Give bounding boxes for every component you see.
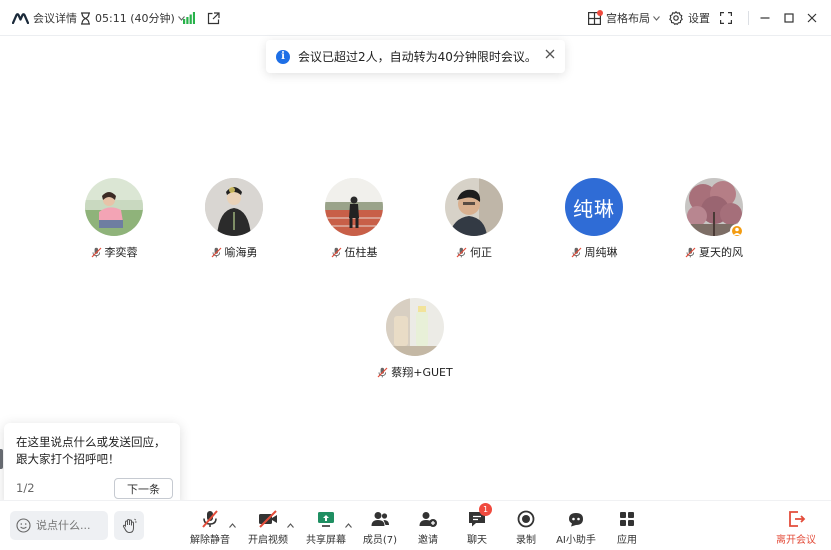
window-controls-divider — [748, 11, 749, 25]
chevron-down-icon — [653, 15, 660, 21]
muted-mic-icon — [685, 247, 696, 257]
tencent-meeting-logo-icon — [12, 12, 29, 24]
members-label: 成员(7) — [362, 535, 398, 546]
settings-label: 设置 — [688, 12, 710, 25]
top-bar: 会议详情 05:11 (40分钟) 宫格布局 设置 — [0, 0, 831, 36]
participant-name: 喻海勇 — [224, 246, 258, 259]
participant-name: 周纯琳 — [584, 246, 618, 259]
start-video-button[interactable]: 开启视频 — [240, 509, 296, 547]
muted-mic-icon — [571, 247, 581, 257]
close-window-icon[interactable] — [807, 0, 817, 36]
side-panel-handle[interactable] — [0, 449, 3, 469]
chat-button[interactable]: 1 聊天 — [449, 503, 505, 547]
muted-mic-icon — [331, 247, 341, 257]
avatar-initials: 纯琳 — [573, 196, 615, 221]
ai-assistant-button[interactable]: AI小助手 — [548, 509, 604, 547]
record-icon — [517, 510, 535, 528]
avatar — [445, 178, 503, 236]
participant-name: 何正 — [470, 246, 492, 259]
apps-grid-icon — [620, 512, 634, 526]
muted-mic-icon — [91, 247, 101, 257]
muted-mic-icon — [202, 510, 218, 528]
video-options-chevron-up-icon[interactable] — [287, 523, 294, 528]
participant-tile[interactable]: 夏天的风 — [654, 178, 774, 268]
invite-label: 邀请 — [418, 535, 438, 546]
invite-button[interactable]: 邀请 — [400, 509, 456, 547]
maximize-icon[interactable] — [784, 0, 794, 36]
chat-label: 聊天 — [467, 535, 487, 546]
meeting-details-label: 会议详情 — [33, 12, 77, 25]
participant-tile[interactable]: 喻海勇 — [174, 178, 294, 268]
avatar — [325, 178, 383, 236]
hourglass-icon — [81, 11, 90, 25]
share-screen-icon — [318, 512, 334, 527]
avatar: 纯琳 — [565, 178, 623, 236]
video-off-icon — [259, 510, 277, 528]
unmute-button[interactable]: 解除静音 — [182, 509, 238, 547]
participant-tile[interactable]: 纯琳 周纯琳 — [534, 178, 654, 268]
record-label: 录制 — [516, 535, 536, 546]
muted-mic-icon — [377, 367, 388, 377]
emoji-icon[interactable] — [16, 518, 31, 533]
start-video-label: 开启视频 — [248, 535, 288, 546]
participant-tile[interactable]: 蔡翔+GUET — [355, 298, 475, 388]
raise-hand-button[interactable] — [114, 511, 144, 540]
tip-text: 在这里说点什么或发送回应，跟大家打个招呼吧！ — [16, 435, 166, 466]
say-something-input[interactable] — [36, 519, 106, 532]
host-badge-icon — [730, 224, 744, 238]
info-icon: i — [276, 49, 290, 64]
members-icon — [371, 512, 389, 526]
fullscreen-icon[interactable] — [720, 0, 732, 36]
ai-assistant-icon — [569, 513, 583, 527]
participant-name: 夏天的风 — [699, 246, 743, 259]
grid-layout-button[interactable]: 宫格布局 — [588, 0, 660, 36]
unread-badge: 1 — [479, 503, 492, 516]
muted-mic-icon — [211, 247, 221, 257]
participant-name: 李奕蓉 — [104, 246, 138, 259]
apps-label: 应用 — [617, 535, 637, 546]
participant-name: 伍柱基 — [344, 246, 378, 259]
share-screen-button[interactable]: 共享屏幕 — [298, 509, 354, 547]
avatar — [386, 298, 444, 356]
share-options-chevron-up-icon[interactable] — [345, 523, 352, 528]
meeting-details-button[interactable]: 会议详情 — [12, 0, 77, 36]
leave-meeting-button[interactable]: 离开会议 — [768, 509, 824, 547]
leave-icon — [789, 511, 806, 527]
participant-tile[interactable]: 伍柱基 — [294, 178, 414, 268]
ai-assistant-label: AI小助手 — [556, 535, 596, 546]
minimize-icon[interactable] — [760, 0, 770, 36]
tip-page-indicator: 1/2 — [16, 481, 35, 495]
new-feature-dot — [597, 10, 603, 16]
meeting-timer[interactable]: 05:11 (40分钟) — [80, 0, 185, 36]
settings-button[interactable]: 设置 — [669, 0, 710, 36]
apps-button[interactable]: 应用 — [599, 509, 655, 547]
participant-tile[interactable]: 何正 — [414, 178, 534, 268]
next-tip-button[interactable]: 下一条 — [114, 478, 173, 499]
avatar — [205, 178, 263, 236]
unmute-label: 解除静音 — [190, 535, 230, 546]
greeting-tip-popup: 在这里说点什么或发送回应，跟大家打个招呼吧！ 1/2 下一条 — [4, 423, 180, 509]
share-screen-label: 共享屏幕 — [306, 535, 346, 546]
gear-icon — [669, 11, 683, 25]
muted-mic-icon — [456, 247, 467, 257]
raise-hand-icon — [122, 518, 137, 533]
invite-user-icon — [419, 512, 437, 527]
say-something-box[interactable] — [10, 511, 108, 540]
layout-label: 宫格布局 — [606, 12, 650, 25]
audio-options-chevron-up-icon[interactable] — [229, 523, 236, 528]
leave-meeting-label: 离开会议 — [776, 535, 816, 546]
bottom-toolbar: 解除静音 开启视频 共享屏幕 — [0, 500, 831, 550]
time-limit-notice: i 会议已超过2人，自动转为40分钟限时会议。 — [266, 40, 565, 73]
share-link-icon[interactable] — [207, 0, 220, 36]
participant-tile[interactable]: 李奕蓉 — [54, 178, 174, 268]
network-signal-icon[interactable] — [183, 0, 195, 36]
timer-text: 05:11 (40分钟) — [95, 12, 175, 25]
avatar — [85, 178, 143, 236]
notice-message: 会议已超过2人，自动转为40分钟限时会议。 — [298, 50, 537, 64]
record-button[interactable]: 录制 — [498, 509, 554, 547]
close-notice-icon[interactable] — [545, 49, 555, 59]
participant-name: 蔡翔+GUET — [391, 366, 453, 379]
